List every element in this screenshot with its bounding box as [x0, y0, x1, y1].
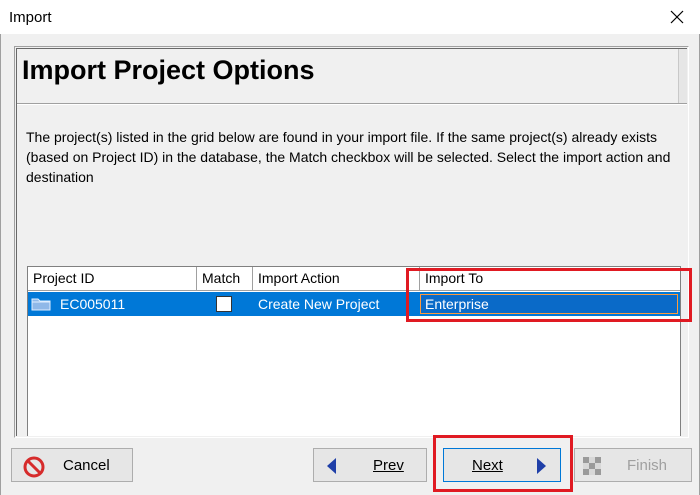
import-to-dropdown[interactable]: Enterprise	[420, 294, 678, 314]
description-text: The project(s) listed in the grid below …	[26, 129, 671, 185]
project-id-text: EC005011	[60, 296, 126, 312]
finish-label: Finish	[627, 457, 668, 474]
folder-icon	[31, 298, 51, 311]
column-header-project-id[interactable]: Project ID	[28, 267, 197, 291]
wizard-panel: Import Project Options The project(s) li…	[14, 46, 689, 438]
header-scrollbar[interactable]	[678, 49, 687, 103]
close-icon	[670, 10, 684, 24]
cell-project-id[interactable]: EC005011	[31, 292, 125, 316]
column-header-import-action[interactable]: Import Action	[253, 267, 420, 291]
wizard-panel-inner: Import Project Options The project(s) li…	[16, 48, 687, 436]
column-header-import-to[interactable]: Import To	[420, 267, 680, 291]
table-row[interactable]: EC005011 Create New Project Enterprise	[28, 292, 680, 316]
close-button[interactable]	[654, 0, 700, 34]
cancel-label: Cancel	[63, 457, 110, 474]
page-title: Import Project Options	[22, 55, 315, 85]
projects-grid: Project ID Match Import Action Import To…	[27, 266, 681, 436]
finish-button[interactable]: Finish	[574, 448, 692, 482]
title-bar: Import	[0, 0, 700, 34]
dialog-body: Import Project Options The project(s) li…	[0, 34, 700, 495]
next-button[interactable]: Next	[443, 448, 561, 482]
checkered-flag-icon	[583, 457, 601, 475]
window-title: Import	[9, 9, 52, 26]
arrow-left-icon	[327, 458, 336, 474]
grid-header: Project ID Match Import Action Import To	[28, 267, 680, 291]
import-action-cell[interactable]: Create New Project	[258, 292, 379, 316]
cancel-button[interactable]: Cancel	[11, 448, 133, 482]
prev-button[interactable]: Prev	[313, 448, 427, 482]
cancel-icon	[23, 456, 45, 478]
match-checkbox[interactable]	[216, 296, 232, 312]
next-label: Next	[472, 457, 503, 474]
header-divider	[17, 103, 687, 105]
column-header-match[interactable]: Match	[197, 267, 253, 291]
prev-label: Prev	[373, 457, 404, 474]
arrow-right-icon	[537, 458, 546, 474]
